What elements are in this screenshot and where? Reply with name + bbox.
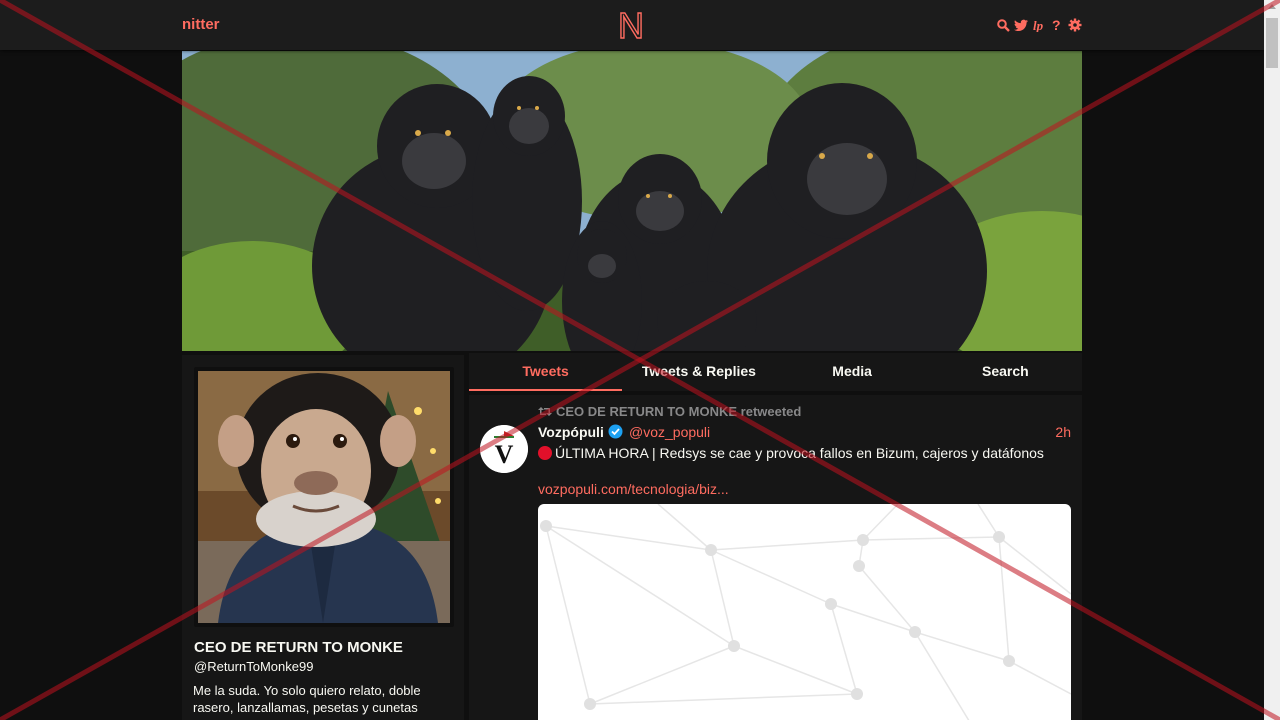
svg-text:lp: lp — [1033, 18, 1044, 32]
tab-tweets-replies[interactable]: Tweets & Replies — [622, 353, 775, 391]
help-icon[interactable]: ? — [1050, 16, 1064, 34]
tweet-username[interactable]: @voz_populi — [629, 424, 710, 440]
tweet-date[interactable]: 2h — [1055, 424, 1071, 440]
avatar[interactable] — [194, 367, 454, 627]
profile-bio: Me la suda. Yo solo quiero relato, doble… — [193, 683, 421, 715]
tab-search[interactable]: Search — [929, 353, 1082, 391]
twitter-icon[interactable] — [1014, 16, 1028, 34]
scrollbar[interactable] — [1264, 0, 1280, 720]
scroll-thumb[interactable] — [1266, 18, 1278, 68]
gear-icon[interactable] — [1068, 16, 1082, 34]
profile-card: CEO DE RETURN TO MONKE @ReturnToMonke99 … — [182, 355, 464, 720]
retweet-icon — [538, 407, 552, 416]
svg-text:?: ? — [1052, 18, 1061, 32]
tab-tweets[interactable]: Tweets — [469, 353, 623, 391]
tweet-text: ÚLTIMA HORA | Redsys se cae y provoca fa… — [538, 445, 1068, 461]
brand-link[interactable]: nitter — [182, 16, 220, 33]
verified-icon — [608, 424, 623, 439]
profile-username[interactable]: @ReturnToMonke99 — [194, 659, 313, 674]
timeline-tabs: Tweets Tweets & Replies Media Search — [469, 353, 1082, 391]
profile-fullname[interactable]: CEO DE RETURN TO MONKE — [194, 639, 403, 656]
retweet-label[interactable]: CEO DE RETURN TO MONKE retweeted — [556, 404, 801, 419]
navbar: nitter N lp ? — [0, 0, 1264, 50]
card-image[interactable] — [538, 504, 1071, 720]
timeline: CEO DE RETURN TO MONKE retweeted V Vozpó… — [469, 395, 1082, 720]
svg-text:N: N — [618, 7, 644, 43]
banner-image — [182, 51, 1082, 351]
tweet-link[interactable]: vozpopuli.com/tecnologia/biz... — [538, 481, 729, 497]
rss-icon[interactable]: lp — [1032, 16, 1046, 34]
retweet-header: CEO DE RETURN TO MONKE retweeted — [538, 404, 801, 419]
avatar-image — [198, 371, 450, 623]
nav-icons: lp ? — [996, 15, 1082, 35]
search-icon[interactable] — [996, 16, 1010, 34]
red-circle-icon — [538, 446, 552, 460]
tweet-avatar[interactable]: V — [480, 425, 528, 473]
scroll-up-arrow[interactable] — [1268, 4, 1276, 9]
svg-text:V: V — [495, 440, 514, 469]
tab-media[interactable]: Media — [776, 353, 929, 391]
tweet-fullname[interactable]: Vozpópuli — [538, 424, 604, 440]
tweet-text-content: ÚLTIMA HORA | Redsys se cae y provoca fa… — [555, 445, 1044, 461]
profile-banner[interactable] — [182, 51, 1082, 351]
network-graphic — [540, 504, 1071, 720]
nitter-logo[interactable]: N — [617, 7, 645, 43]
